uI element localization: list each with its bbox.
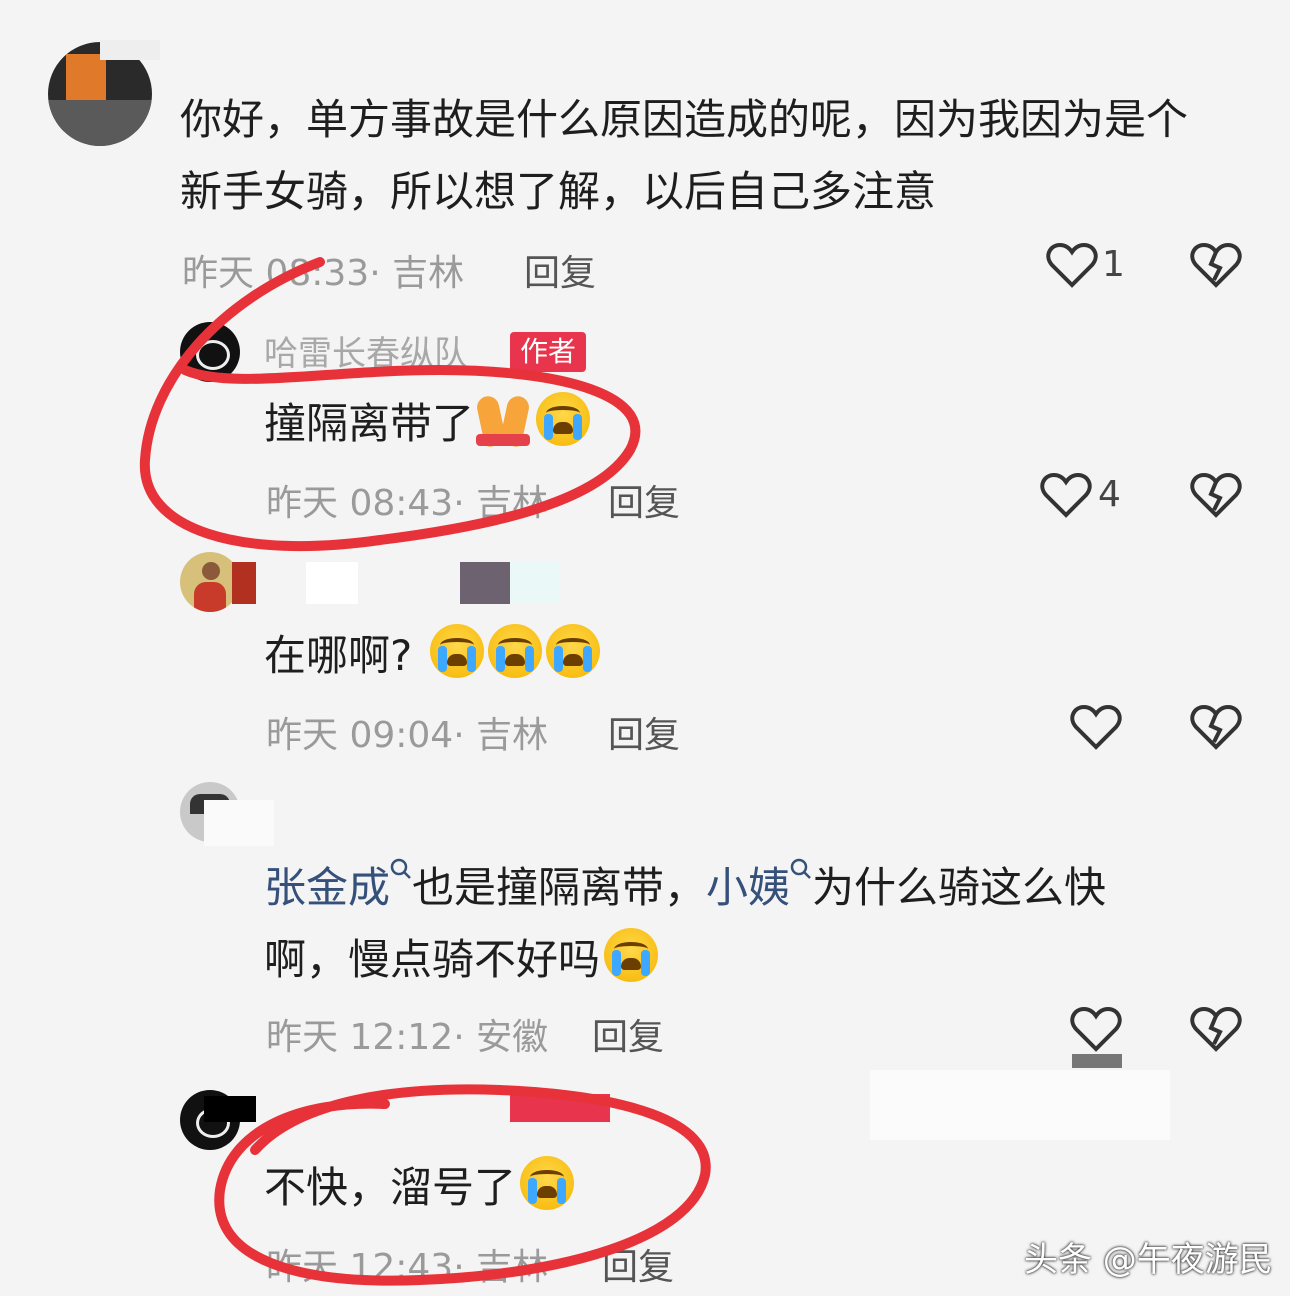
comment-text: 张金成 也是撞隔离带，小姨 为什么骑这么快	[264, 852, 1106, 924]
comment-text-content: 也是撞隔离带，	[412, 863, 707, 912]
badge-blur	[510, 1094, 610, 1122]
comment-text: 你好，单方事故是什么原因造成的呢，因为我因为是个	[180, 95, 1189, 144]
time: 昨天 09:04	[266, 715, 454, 756]
location: · 吉林	[369, 253, 465, 294]
comment-text: 新手女骑，所以想了解，以后自己多注意	[180, 167, 937, 216]
avatar[interactable]	[180, 322, 240, 382]
comment-time: 昨天 12:43· 吉林	[266, 1238, 548, 1290]
overlay-blur	[870, 1070, 1170, 1140]
time: 昨天 12:43	[266, 1247, 454, 1288]
reply-button[interactable]: 回复	[608, 706, 680, 758]
comment-time: 昨天 12:12· 安徽	[266, 1008, 548, 1060]
mention-link[interactable]: 张金成	[264, 863, 390, 912]
mention-link[interactable]: 小姨	[706, 863, 790, 912]
crying-face-icon	[604, 928, 659, 982]
username-blur	[510, 562, 560, 604]
crying-face-icon	[429, 624, 484, 678]
crying-face-icon	[545, 624, 600, 678]
reply-button[interactable]: 回复	[602, 1238, 674, 1290]
like-count: 1	[1102, 244, 1125, 285]
reply-button[interactable]: 回复	[592, 1008, 664, 1060]
username-blur	[460, 562, 510, 604]
username-blur	[204, 1096, 256, 1122]
broken-heart-icon[interactable]	[1190, 1006, 1242, 1052]
comment-time: 昨天 09:04· 吉林	[266, 706, 548, 758]
comment-text: 啊，慢点骑不好吗	[264, 924, 659, 996]
crying-face-icon	[520, 1156, 575, 1210]
time: 昨天 08:33	[182, 253, 370, 294]
comment-text-content: 啊，慢点骑不好吗	[264, 935, 601, 984]
location: · 吉林	[453, 1247, 549, 1288]
heart-icon[interactable]	[1046, 242, 1098, 288]
username-blur	[232, 562, 256, 604]
comment-text-content: 不快，溜号了	[264, 1163, 517, 1212]
comment-text: 不快，溜号了	[264, 1152, 575, 1224]
comment-time: 昨天 08:43· 吉林	[266, 474, 548, 526]
watermark: 头条 @午夜游民	[1024, 1240, 1273, 1280]
avatar[interactable]	[180, 552, 240, 612]
broken-heart-icon[interactable]	[1190, 242, 1242, 288]
time: 昨天 12:12	[266, 1017, 454, 1058]
location: · 安徽	[453, 1017, 549, 1058]
username-blur	[306, 562, 358, 604]
crying-face-icon	[536, 392, 591, 446]
location: · 吉林	[453, 715, 549, 756]
username-blur	[204, 800, 274, 846]
overlay-blur	[1072, 1054, 1122, 1068]
comment-text: 在哪啊?	[264, 620, 600, 692]
broken-heart-icon[interactable]	[1190, 704, 1242, 750]
author-name[interactable]: 哈雷长春纵队	[264, 326, 468, 375]
comment-text-content: 撞隔离带了	[264, 399, 475, 448]
search-icon	[390, 858, 411, 879]
heart-icon[interactable]	[1040, 472, 1092, 518]
like-count: 4	[1098, 474, 1121, 515]
reply-button[interactable]: 回复	[608, 474, 680, 526]
search-icon	[790, 858, 811, 879]
comment-time: 昨天 08:33· 吉林	[182, 244, 464, 296]
praying-hands-icon	[474, 392, 532, 448]
time: 昨天 08:43	[266, 483, 454, 524]
heart-icon[interactable]	[1070, 704, 1122, 750]
author-badge: 作者	[510, 332, 587, 372]
username-blur	[100, 40, 160, 60]
crying-face-icon	[487, 624, 542, 678]
heart-icon[interactable]	[1070, 1006, 1122, 1052]
comment-text-content: 为什么骑这么快	[812, 863, 1107, 912]
broken-heart-icon[interactable]	[1190, 472, 1242, 518]
comment-text: 撞隔离带了	[264, 388, 591, 460]
reply-button[interactable]: 回复	[524, 244, 596, 296]
comment-text-content: 在哪啊?	[264, 631, 413, 680]
location: · 吉林	[453, 483, 549, 524]
